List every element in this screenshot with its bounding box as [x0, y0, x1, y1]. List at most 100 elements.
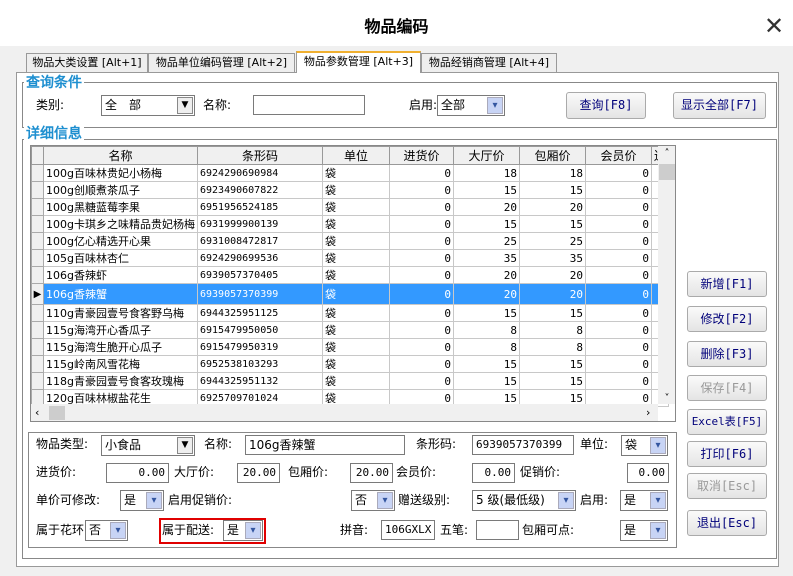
delete-button[interactable]: 删除[F3] — [687, 341, 767, 367]
table-cell[interactable]: 8 — [452, 321, 520, 339]
show-all-button[interactable]: 显示全部[F7] — [673, 92, 766, 119]
vertical-scrollbar[interactable]: ˄ ˅ — [658, 146, 675, 404]
table-row[interactable]: 106g香辣虾 6939057370405 袋 0 20 20 0 — [31, 266, 670, 284]
table-cell[interactable]: 105g百味林杏仁 — [43, 249, 198, 267]
table-cell[interactable]: 35 — [452, 249, 520, 267]
table-row[interactable]: 110g青豪园壹号食客野乌梅 6944325951125 袋 0 15 15 0 — [31, 304, 670, 322]
query-enabled-select[interactable]: 全部 ▾ — [437, 95, 505, 116]
row-header[interactable] — [31, 249, 44, 267]
table-cell[interactable]: 0 — [388, 321, 454, 339]
exit-button[interactable]: 退出[Esc] — [687, 510, 767, 536]
print-button[interactable]: 打印[F6] — [687, 441, 767, 467]
table-cell[interactable]: 袋 — [321, 198, 390, 216]
table-cell[interactable]: 15 — [452, 215, 520, 233]
horizontal-scrollbar[interactable]: ‹ › — [31, 404, 658, 421]
table-cell[interactable]: 0 — [584, 198, 652, 216]
table-row[interactable]: 100g黑糖蓝莓李果 6951956524185 袋 0 20 20 0 — [31, 198, 670, 216]
table-cell[interactable]: 0 — [388, 338, 454, 356]
table-cell[interactable]: 6923490607822 — [196, 181, 323, 199]
table-cell[interactable]: 15 — [452, 372, 520, 390]
scroll-thumb[interactable] — [659, 164, 675, 180]
table-cell[interactable]: 0 — [388, 266, 454, 284]
table-cell[interactable]: 25 — [518, 232, 586, 250]
table-cell[interactable]: 8 — [452, 338, 520, 356]
column-header[interactable]: 条形码 — [196, 146, 323, 165]
table-cell[interactable]: 106g香辣虾 — [43, 266, 198, 284]
hscroll-thumb[interactable] — [49, 406, 65, 420]
table-cell[interactable]: 6931999900139 — [196, 215, 323, 233]
table-cell[interactable]: 袋 — [321, 321, 390, 339]
table-cell[interactable]: 8 — [518, 321, 586, 339]
table-cell[interactable]: 100g黑糖蓝莓李果 — [43, 198, 198, 216]
table-cell[interactable]: 袋 — [321, 164, 390, 182]
cancel-button[interactable]: 取消[Esc] — [687, 473, 767, 499]
promo-enable-select[interactable]: 否 ▾ — [351, 490, 395, 511]
table-cell[interactable]: 15 — [452, 304, 520, 322]
table-cell[interactable]: 0 — [388, 232, 454, 250]
table-cell[interactable]: 0 — [388, 283, 454, 305]
scroll-down-icon[interactable]: ˅ — [658, 393, 675, 404]
table-cell[interactable]: 0 — [584, 321, 652, 339]
tab-category[interactable]: 物品大类设置 [Alt+1] — [26, 53, 148, 73]
table-cell[interactable]: 袋 — [321, 355, 390, 373]
table-cell[interactable]: 115g海湾生脆开心瓜子 — [43, 338, 198, 356]
promo-input[interactable]: 0.00 — [627, 463, 669, 483]
row-header[interactable] — [31, 181, 44, 199]
name-input[interactable]: 106g香辣蟹 — [245, 435, 405, 455]
table-row[interactable]: 100g百味林贵妃小杨梅 6924290690984 袋 0 18 18 0 — [31, 164, 670, 182]
table-row[interactable]: ▶ 106g香辣蟹 6939057370399 袋 0 20 20 0 — [31, 283, 670, 305]
table-cell[interactable]: 袋 — [321, 283, 390, 305]
wreath-select[interactable]: 否 ▾ — [85, 520, 128, 541]
barcode-input[interactable]: 6939057370399 — [472, 435, 574, 455]
scroll-left-icon[interactable]: ‹ — [35, 406, 39, 419]
room-order-select[interactable]: 是 ▾ — [620, 520, 668, 541]
table-cell[interactable]: 6924290690984 — [196, 164, 323, 182]
row-header[interactable] — [31, 338, 44, 356]
table-cell[interactable]: 袋 — [321, 338, 390, 356]
table-cell[interactable]: 20 — [452, 283, 520, 305]
table-cell[interactable]: 0 — [584, 372, 652, 390]
row-header[interactable] — [31, 372, 44, 390]
table-cell[interactable]: 110g青豪园壹号食客野乌梅 — [43, 304, 198, 322]
table-cell[interactable]: 20 — [518, 283, 586, 305]
table-cell[interactable]: 15 — [518, 215, 586, 233]
column-header[interactable]: 进货价 — [388, 146, 454, 165]
table-cell[interactable]: 20 — [518, 198, 586, 216]
table-cell[interactable]: 袋 — [321, 215, 390, 233]
table-cell[interactable]: 袋 — [321, 304, 390, 322]
save-button[interactable]: 保存[F4] — [687, 375, 767, 401]
current-row-indicator-icon[interactable]: ▶ — [31, 283, 44, 305]
table-cell[interactable]: 0 — [584, 338, 652, 356]
table-row[interactable]: 118g青豪园壹号食客玫瑰梅 6944325951132 袋 0 15 15 0 — [31, 372, 670, 390]
table-cell[interactable]: 106g香辣蟹 — [43, 283, 198, 305]
table-cell[interactable]: 0 — [388, 198, 454, 216]
table-cell[interactable]: 袋 — [321, 232, 390, 250]
table-cell[interactable]: 15 — [452, 355, 520, 373]
room-input[interactable]: 20.00 — [350, 463, 393, 483]
gift-select[interactable]: 5 级(最低级) ▾ — [472, 490, 576, 511]
table-cell[interactable]: 0 — [388, 164, 454, 182]
table-cell[interactable]: 0 — [388, 181, 454, 199]
table-cell[interactable]: 0 — [388, 372, 454, 390]
table-cell[interactable]: 20 — [452, 198, 520, 216]
table-cell[interactable]: 0 — [388, 355, 454, 373]
edit-button[interactable]: 修改[F2] — [687, 306, 767, 332]
wubi-input[interactable] — [476, 520, 519, 540]
table-cell[interactable]: 15 — [518, 372, 586, 390]
table-row[interactable]: 115g岭南风雪花梅 6952538103293 袋 0 15 15 0 — [31, 355, 670, 373]
table-cell[interactable]: 0 — [584, 355, 652, 373]
table-cell[interactable]: 100g亿心精选开心果 — [43, 232, 198, 250]
category-select[interactable]: 全 部 ▼ — [101, 95, 195, 116]
table-row[interactable]: 105g百味林杏仁 6924290699536 袋 0 35 35 0 — [31, 249, 670, 267]
table-cell[interactable]: 6939057370405 — [196, 266, 323, 284]
table-row[interactable]: 100g亿心精选开心果 6931008472817 袋 0 25 25 0 — [31, 232, 670, 250]
row-header[interactable] — [31, 355, 44, 373]
table-cell[interactable]: 0 — [584, 249, 652, 267]
table-cell[interactable]: 袋 — [321, 266, 390, 284]
hall-input[interactable]: 20.00 — [237, 463, 280, 483]
table-cell[interactable]: 25 — [452, 232, 520, 250]
column-header[interactable]: 名称 — [43, 146, 198, 165]
table-row[interactable]: 100g卡琪乡之味精品贵妃杨梅 6931999900139 袋 0 15 15 0 — [31, 215, 670, 233]
table-cell[interactable]: 15 — [518, 355, 586, 373]
table-row[interactable]: 115g海湾开心香瓜子 6915479950050 袋 0 8 8 0 — [31, 321, 670, 339]
